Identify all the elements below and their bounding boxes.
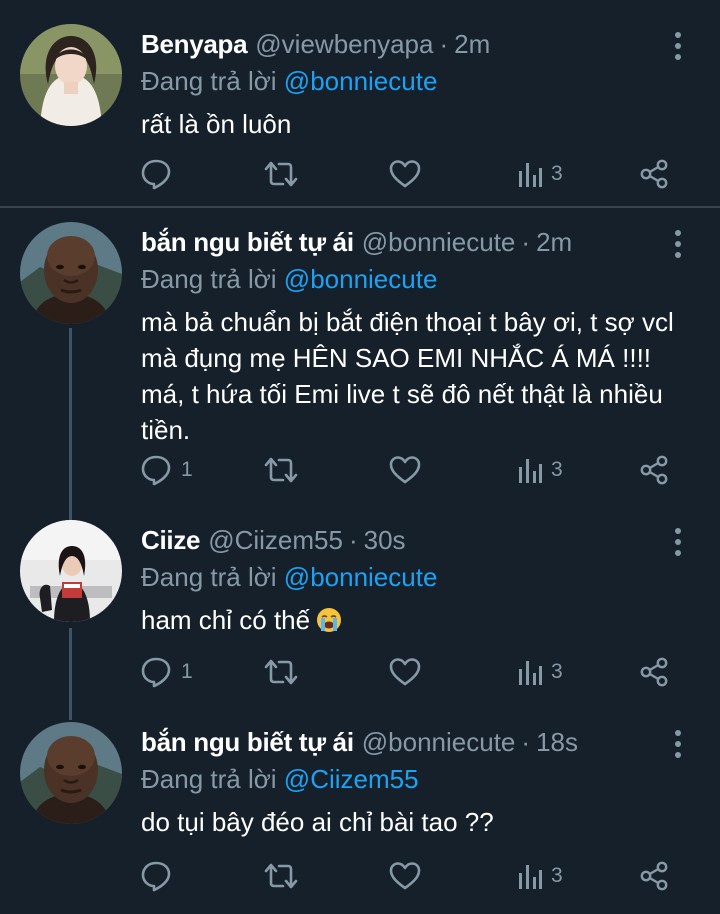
reply-icon — [141, 861, 171, 892]
view-count: 3 — [551, 660, 563, 683]
separator-dot: · — [348, 525, 358, 555]
share-button[interactable] — [638, 154, 670, 194]
timestamp[interactable]: 18s — [536, 722, 578, 762]
more-vertical-icon[interactable] — [672, 32, 684, 60]
crying-face-emoji — [317, 608, 342, 632]
replying-to: Đang trả lời @Ciizem55 — [141, 760, 419, 798]
heart-icon — [389, 862, 421, 890]
mention-link[interactable]: @bonniecute — [284, 264, 438, 294]
retweet-icon — [264, 161, 298, 187]
share-icon — [640, 861, 668, 891]
retweet-button[interactable] — [263, 450, 299, 490]
heart-icon — [389, 456, 421, 484]
reply-icon — [141, 159, 171, 190]
replying-to: Đang trả lời @bonniecute — [141, 62, 437, 100]
bar-chart-icon — [519, 865, 542, 889]
reply-button[interactable]: 1 — [139, 652, 193, 692]
timestamp[interactable]: 2m — [536, 222, 572, 262]
action-bar: 3 — [0, 856, 720, 896]
avatar[interactable] — [20, 222, 122, 324]
share-icon — [640, 455, 668, 485]
retweet-button[interactable] — [263, 652, 299, 692]
like-button[interactable] — [388, 652, 422, 692]
tweet-text: do tụi bây đéo ai chỉ bài tao ?? — [141, 807, 494, 837]
user-handle[interactable]: @bonniecute — [362, 222, 516, 262]
mention-link[interactable]: @bonniecute — [284, 66, 438, 96]
timestamp[interactable]: 2m — [454, 24, 490, 64]
like-button[interactable] — [388, 856, 422, 896]
share-icon — [640, 159, 668, 189]
user-handle[interactable]: @bonniecute — [362, 722, 516, 762]
like-button[interactable] — [388, 154, 422, 194]
tweet-header: Ciize @Ciizem55 · 30s — [141, 520, 406, 560]
views-button[interactable]: 3 — [517, 154, 563, 194]
avatar[interactable] — [20, 520, 122, 622]
tweet-divider — [0, 206, 720, 208]
views-button[interactable]: 3 — [517, 450, 563, 490]
more-vertical-icon[interactable] — [672, 528, 684, 556]
reply-button[interactable] — [139, 154, 181, 194]
timestamp[interactable]: 30s — [364, 520, 406, 560]
views-button[interactable]: 3 — [517, 652, 563, 692]
bar-chart-icon — [519, 459, 542, 483]
display-name[interactable]: bắn ngu biết tự ái — [141, 722, 354, 762]
action-bar: 1 3 — [0, 652, 720, 692]
tweet-text: rất là ồn luôn — [141, 109, 292, 139]
reply-button[interactable] — [139, 856, 181, 896]
view-count: 3 — [551, 458, 563, 481]
tweet-header: bắn ngu biết tự ái @bonniecute · 18s — [141, 722, 578, 762]
reply-icon — [141, 657, 171, 688]
display-name[interactable]: Ciize — [141, 520, 200, 560]
share-button[interactable] — [638, 450, 670, 490]
bar-chart-icon — [519, 661, 542, 685]
more-vertical-icon[interactable] — [672, 730, 684, 758]
more-vertical-icon[interactable] — [672, 230, 684, 258]
mention-link[interactable]: @bonniecute — [284, 562, 438, 592]
retweet-button[interactable] — [263, 154, 299, 194]
tweet-header: bắn ngu biết tự ái @bonniecute · 2m — [141, 222, 572, 262]
share-button[interactable] — [638, 856, 670, 896]
tweet-header: Benyapa @viewbenyapa · 2m — [141, 24, 490, 64]
thread-line — [69, 328, 72, 520]
reply-count: 1 — [181, 458, 193, 481]
retweet-icon — [264, 863, 298, 889]
user-handle[interactable]: @Ciizem55 — [208, 520, 343, 560]
heart-icon — [389, 160, 421, 188]
bar-chart-icon — [519, 163, 542, 187]
view-count: 3 — [551, 162, 563, 185]
retweet-icon — [264, 457, 298, 483]
display-name[interactable]: bắn ngu biết tự ái — [141, 222, 354, 262]
reply-button[interactable]: 1 — [139, 450, 193, 490]
retweet-icon — [264, 659, 298, 685]
separator-dot: · — [521, 227, 531, 257]
replying-to-label: Đang trả lời — [141, 66, 277, 96]
separator-dot: · — [439, 29, 449, 59]
reply-count: 1 — [181, 660, 193, 683]
reply-icon — [141, 455, 171, 486]
mention-link[interactable]: @Ciizem55 — [284, 764, 419, 794]
replying-to: Đang trả lời @bonniecute — [141, 260, 437, 298]
view-count: 3 — [551, 864, 563, 887]
share-icon — [640, 657, 668, 687]
separator-dot: · — [521, 727, 531, 757]
user-handle[interactable]: @viewbenyapa — [255, 24, 433, 64]
avatar[interactable] — [20, 722, 122, 824]
retweet-button[interactable] — [263, 856, 299, 896]
display-name[interactable]: Benyapa — [141, 24, 248, 64]
tweet-body: ham chỉ có thế — [141, 602, 701, 638]
like-button[interactable] — [388, 450, 422, 490]
action-bar: 3 — [0, 154, 720, 194]
replying-to-label: Đang trả lời — [141, 264, 277, 294]
replying-to-label: Đang trả lời — [141, 764, 277, 794]
replying-to-label: Đang trả lời — [141, 562, 277, 592]
tweet-text: mà bả chuẩn bị bắt điện thoại t bây ơi, … — [141, 307, 674, 445]
heart-icon — [389, 658, 421, 686]
views-button[interactable]: 3 — [517, 856, 563, 896]
avatar[interactable] — [20, 24, 122, 126]
share-button[interactable] — [638, 652, 670, 692]
replying-to: Đang trả lời @bonniecute — [141, 558, 437, 596]
tweet-text: ham chỉ có thế — [141, 605, 311, 635]
action-bar: 1 3 — [0, 450, 720, 490]
